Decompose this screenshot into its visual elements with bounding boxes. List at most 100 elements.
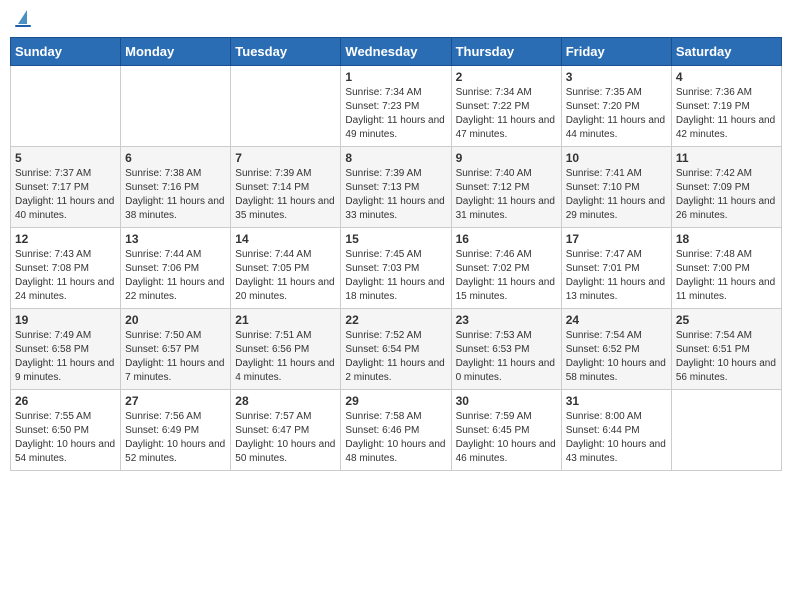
day-details: Sunrise: 7:41 AM Sunset: 7:10 PM Dayligh… — [566, 167, 667, 223]
day-details: Sunrise: 7:44 AM Sunset: 7:05 PM Dayligh… — [235, 248, 336, 304]
day-details: Sunrise: 7:43 AM Sunset: 7:08 PM Dayligh… — [15, 248, 116, 304]
day-of-week-header: Saturday — [671, 38, 781, 66]
calendar-cell: 4 Sunrise: 7:36 AM Sunset: 7:19 PM Daylig… — [671, 66, 781, 147]
day-details: Sunrise: 7:54 AM Sunset: 6:51 PM Dayligh… — [676, 329, 777, 385]
calendar-cell: 3 Sunrise: 7:35 AM Sunset: 7:20 PM Daylig… — [561, 66, 671, 147]
day-number: 20 — [125, 313, 226, 327]
day-number: 22 — [345, 313, 446, 327]
day-of-week-header: Sunday — [11, 38, 121, 66]
day-details: Sunrise: 7:34 AM Sunset: 7:22 PM Dayligh… — [456, 86, 557, 142]
day-details: Sunrise: 7:40 AM Sunset: 7:12 PM Dayligh… — [456, 167, 557, 223]
day-details: Sunrise: 7:54 AM Sunset: 6:52 PM Dayligh… — [566, 329, 667, 385]
calendar-cell: 14 Sunrise: 7:44 AM Sunset: 7:05 PM Dayli… — [231, 228, 341, 309]
day-number: 4 — [676, 70, 777, 84]
day-details: Sunrise: 7:34 AM Sunset: 7:23 PM Dayligh… — [345, 86, 446, 142]
day-of-week-header: Monday — [121, 38, 231, 66]
calendar-cell: 12 Sunrise: 7:43 AM Sunset: 7:08 PM Dayli… — [11, 228, 121, 309]
calendar-cell: 20 Sunrise: 7:50 AM Sunset: 6:57 PM Dayli… — [121, 309, 231, 390]
day-number: 7 — [235, 151, 336, 165]
calendar-week-row: 1 Sunrise: 7:34 AM Sunset: 7:23 PM Daylig… — [11, 66, 782, 147]
day-details: Sunrise: 7:39 AM Sunset: 7:13 PM Dayligh… — [345, 167, 446, 223]
calendar-cell: 10Sunrise: 7:41 AM Sunset: 7:10 PM Dayli… — [561, 147, 671, 228]
calendar-week-row: 5 Sunrise: 7:37 AM Sunset: 7:17 PM Daylig… — [11, 147, 782, 228]
day-details: Sunrise: 7:36 AM Sunset: 7:19 PM Dayligh… — [676, 86, 777, 142]
calendar-cell — [11, 66, 121, 147]
calendar-cell: 21Sunrise: 7:51 AM Sunset: 6:56 PM Dayli… — [231, 309, 341, 390]
day-number: 26 — [15, 394, 116, 408]
calendar-cell: 5 Sunrise: 7:37 AM Sunset: 7:17 PM Daylig… — [11, 147, 121, 228]
day-number: 6 — [125, 151, 226, 165]
calendar-cell: 16Sunrise: 7:46 AM Sunset: 7:02 PM Dayli… — [451, 228, 561, 309]
day-details: Sunrise: 7:53 AM Sunset: 6:53 PM Dayligh… — [456, 329, 557, 385]
calendar-cell: 30 Sunrise: 7:59 AM Sunset: 6:45 PM Dayli… — [451, 390, 561, 471]
day-number: 15 — [345, 232, 446, 246]
day-details: Sunrise: 7:39 AM Sunset: 7:14 PM Dayligh… — [235, 167, 336, 223]
day-number: 24 — [566, 313, 667, 327]
day-details: Sunrise: 7:37 AM Sunset: 7:17 PM Dayligh… — [15, 167, 116, 223]
day-number: 28 — [235, 394, 336, 408]
day-number: 12 — [15, 232, 116, 246]
day-number: 11 — [676, 151, 777, 165]
calendar-cell: 22 Sunrise: 7:52 AM Sunset: 6:54 PM Dayli… — [341, 309, 451, 390]
logo-blue — [15, 25, 31, 27]
day-details: Sunrise: 8:00 AM Sunset: 6:44 PM Dayligh… — [566, 410, 667, 466]
calendar-table: SundayMondayTuesdayWednesdayThursdayFrid… — [10, 37, 782, 471]
day-details: Sunrise: 7:48 AM Sunset: 7:00 PM Dayligh… — [676, 248, 777, 304]
calendar-cell: 8Sunrise: 7:39 AM Sunset: 7:13 PM Daylig… — [341, 147, 451, 228]
day-number: 18 — [676, 232, 777, 246]
day-number: 29 — [345, 394, 446, 408]
calendar-cell: 2 Sunrise: 7:34 AM Sunset: 7:22 PM Daylig… — [451, 66, 561, 147]
calendar-cell — [671, 390, 781, 471]
day-number: 13 — [125, 232, 226, 246]
calendar-cell: 18 Sunrise: 7:48 AM Sunset: 7:00 PM Dayli… — [671, 228, 781, 309]
day-number: 27 — [125, 394, 226, 408]
calendar-week-row: 26 Sunrise: 7:55 AM Sunset: 6:50 PM Dayli… — [11, 390, 782, 471]
calendar-cell: 27 Sunrise: 7:56 AM Sunset: 6:49 PM Dayli… — [121, 390, 231, 471]
page-header — [10, 10, 782, 27]
day-details: Sunrise: 7:49 AM Sunset: 6:58 PM Dayligh… — [15, 329, 116, 385]
calendar-cell: 15Sunrise: 7:45 AM Sunset: 7:03 PM Dayli… — [341, 228, 451, 309]
day-of-week-header: Thursday — [451, 38, 561, 66]
calendar-cell: 11 Sunrise: 7:42 AM Sunset: 7:09 PM Dayli… — [671, 147, 781, 228]
calendar-week-row: 19 Sunrise: 7:49 AM Sunset: 6:58 PM Dayli… — [11, 309, 782, 390]
day-number: 14 — [235, 232, 336, 246]
calendar-cell: 24 Sunrise: 7:54 AM Sunset: 6:52 PM Dayli… — [561, 309, 671, 390]
day-details: Sunrise: 7:57 AM Sunset: 6:47 PM Dayligh… — [235, 410, 336, 466]
day-number: 23 — [456, 313, 557, 327]
day-details: Sunrise: 7:42 AM Sunset: 7:09 PM Dayligh… — [676, 167, 777, 223]
day-details: Sunrise: 7:35 AM Sunset: 7:20 PM Dayligh… — [566, 86, 667, 142]
day-number: 3 — [566, 70, 667, 84]
day-number: 19 — [15, 313, 116, 327]
logo — [15, 10, 31, 27]
calendar-cell: 29Sunrise: 7:58 AM Sunset: 6:46 PM Dayli… — [341, 390, 451, 471]
day-number: 21 — [235, 313, 336, 327]
day-details: Sunrise: 7:59 AM Sunset: 6:45 PM Dayligh… — [456, 410, 557, 466]
calendar-cell: 28 Sunrise: 7:57 AM Sunset: 6:47 PM Dayli… — [231, 390, 341, 471]
calendar-week-row: 12 Sunrise: 7:43 AM Sunset: 7:08 PM Dayli… — [11, 228, 782, 309]
day-details: Sunrise: 7:50 AM Sunset: 6:57 PM Dayligh… — [125, 329, 226, 385]
day-of-week-header: Tuesday — [231, 38, 341, 66]
day-details: Sunrise: 7:56 AM Sunset: 6:49 PM Dayligh… — [125, 410, 226, 466]
calendar-header-row: SundayMondayTuesdayWednesdayThursdayFrid… — [11, 38, 782, 66]
calendar-cell: 7 Sunrise: 7:39 AM Sunset: 7:14 PM Daylig… — [231, 147, 341, 228]
day-details: Sunrise: 7:46 AM Sunset: 7:02 PM Dayligh… — [456, 248, 557, 304]
day-of-week-header: Friday — [561, 38, 671, 66]
calendar-cell: 23 Sunrise: 7:53 AM Sunset: 6:53 PM Dayli… — [451, 309, 561, 390]
day-number: 25 — [676, 313, 777, 327]
day-details: Sunrise: 7:52 AM Sunset: 6:54 PM Dayligh… — [345, 329, 446, 385]
day-details: Sunrise: 7:55 AM Sunset: 6:50 PM Dayligh… — [15, 410, 116, 466]
day-number: 30 — [456, 394, 557, 408]
day-details: Sunrise: 7:38 AM Sunset: 7:16 PM Dayligh… — [125, 167, 226, 223]
day-number: 1 — [345, 70, 446, 84]
calendar-cell: 31 Sunrise: 8:00 AM Sunset: 6:44 PM Dayli… — [561, 390, 671, 471]
calendar-cell: 26 Sunrise: 7:55 AM Sunset: 6:50 PM Dayli… — [11, 390, 121, 471]
day-details: Sunrise: 7:44 AM Sunset: 7:06 PM Dayligh… — [125, 248, 226, 304]
calendar-cell: 19 Sunrise: 7:49 AM Sunset: 6:58 PM Dayli… — [11, 309, 121, 390]
day-number: 31 — [566, 394, 667, 408]
day-number: 9 — [456, 151, 557, 165]
day-of-week-header: Wednesday — [341, 38, 451, 66]
day-number: 17 — [566, 232, 667, 246]
day-number: 2 — [456, 70, 557, 84]
calendar-cell: 13 Sunrise: 7:44 AM Sunset: 7:06 PM Dayli… — [121, 228, 231, 309]
day-number: 5 — [15, 151, 116, 165]
